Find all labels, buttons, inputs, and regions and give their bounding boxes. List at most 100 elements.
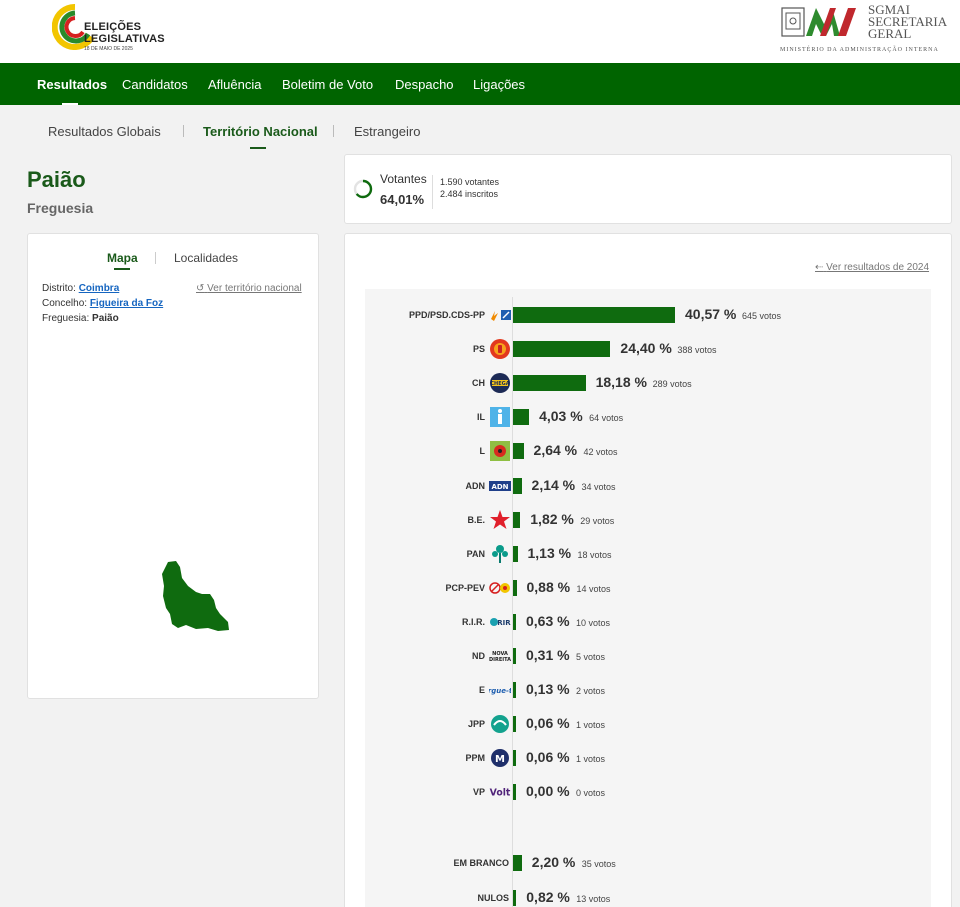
result-row: PS 24,40 % 388 votos	[365, 337, 931, 361]
nav-afluencia[interactable]: Afluência	[208, 77, 261, 92]
turnout-percent: 64,01%	[380, 192, 425, 207]
svg-text:DIREITA: DIREITA	[489, 657, 511, 663]
party-name: PPD/PSD.CDS-PP	[408, 310, 485, 320]
result-row: NULOS 0,82 % 13 votos	[365, 886, 931, 907]
pan-logo	[489, 543, 511, 565]
party-name: PS	[472, 344, 485, 355]
result-percent: 0,06 %	[526, 749, 570, 766]
result-votes: 14 votos	[576, 583, 611, 594]
party-name: L	[479, 446, 486, 457]
tab-mapa[interactable]: Mapa	[107, 251, 138, 265]
result-bar	[513, 855, 522, 871]
freguesia-label: Freguesia:	[42, 313, 90, 324]
distrito-link[interactable]: Coimbra	[79, 283, 120, 294]
main-nav: Resultados Candidatos Afluência Boletim …	[0, 63, 960, 105]
freguesia-line: Freguesia: Paião	[42, 313, 119, 324]
ver-resultados-2024-link[interactable]: ⇠ Ver resultados de 2024	[815, 262, 929, 273]
subnav-divider	[333, 125, 334, 137]
result-bar	[513, 545, 518, 562]
sgmai-logo[interactable]: SGMAI SECRETARIA GERAL MINISTÉRIO DA ADM…	[780, 3, 950, 56]
result-percent: 2,20 %	[531, 854, 576, 870]
nav-boletim-de-voto[interactable]: Boletim de Voto	[282, 77, 373, 92]
results-card: ⇠ Ver resultados de 2024 PPD/PSD.CDS-PP 4…	[344, 233, 952, 907]
result-percent: 0,31 %	[526, 647, 570, 663]
tab-estrangeiro[interactable]: Estrangeiro	[354, 124, 420, 139]
sgmai-emblem-icon	[781, 7, 856, 37]
voters-count: 1.590 votantes	[440, 177, 500, 187]
results-chart: PPD/PSD.CDS-PP 40,57 % 645 votos PS 24,40 % 3…	[365, 289, 931, 907]
result-votes: 34 votos	[581, 481, 616, 492]
result-percent: 0,00 %	[526, 783, 570, 800]
ergue-te-logo: Ergue-te	[489, 679, 511, 701]
party-name: PPM	[465, 753, 485, 764]
result-percent: 0,88 %	[526, 578, 571, 595]
cdu-logo	[489, 577, 511, 599]
freguesia-value: Paião	[92, 313, 119, 324]
result-percent: 40,57 %	[685, 306, 737, 322]
result-votes: 289 votos	[652, 379, 692, 390]
result-bar	[513, 477, 522, 494]
tab-territorio-nacional[interactable]: Território Nacional	[203, 124, 318, 139]
result-percent: 0,13 %	[526, 681, 570, 698]
result-row: R.I.R. RIR 0,63 % 10 votos	[365, 610, 931, 634]
nav-ligacoes[interactable]: Ligações	[473, 77, 525, 92]
result-percent: 1,13 %	[527, 544, 572, 561]
distrito-label: Distrito:	[42, 283, 76, 294]
party-name: ADN	[465, 480, 486, 491]
result-votes: 29 votos	[580, 515, 615, 526]
ps-logo	[489, 338, 511, 360]
ad-logo	[489, 304, 511, 326]
result-percent: 2,14 %	[531, 476, 576, 493]
turnout-divider	[432, 175, 433, 209]
ministry-name: MINISTÉRIO DA ADMINISTRAÇÃO INTERNA	[780, 47, 939, 53]
freguesia-map-shape[interactable]	[160, 558, 230, 633]
result-row: VP Volt 0,00 % 0 votos	[365, 780, 931, 804]
result-row: PPM M 0,06 % 1 votos	[365, 746, 931, 770]
ppm-logo: M	[489, 747, 511, 769]
svg-text:CHEGA: CHEGA	[490, 381, 509, 387]
turnout-label: Votantes	[380, 172, 427, 186]
concelho-line: Concelho: Figueira da Foz	[42, 298, 163, 309]
result-bar	[513, 889, 517, 906]
tab-localidades[interactable]: Localidades	[174, 251, 238, 265]
sgmai-line3: GERAL	[868, 26, 912, 41]
result-votes: 1 votos	[576, 720, 606, 731]
result-percent: 24,40 %	[620, 340, 672, 357]
result-votes: 10 votos	[576, 617, 611, 628]
result-row: PPD/PSD.CDS-PP 40,57 % 645 votos	[365, 303, 931, 327]
party-name: PAN	[466, 548, 485, 559]
result-row: EM BRANCO 2,20 % 35 votos	[365, 851, 931, 875]
map-tab-indicator	[114, 268, 130, 270]
arrow-left-icon: ⇠	[815, 262, 824, 273]
result-votes: 13 votos	[576, 893, 611, 904]
result-bar	[513, 750, 516, 767]
subnav-active-indicator	[250, 147, 266, 149]
result-bar	[513, 409, 530, 426]
result-row: JPP 0,06 % 1 votos	[365, 712, 931, 736]
result-votes: 388 votos	[677, 345, 717, 356]
result-row: ADN ADN 2,14 % 34 votos	[365, 474, 931, 498]
result-votes: 2 votos	[576, 686, 606, 697]
elections-logo[interactable]: ELEIÇÕES LEGISLATIVAS 18 DE MAIO DE 2025	[50, 4, 165, 56]
result-votes: 18 votos	[577, 549, 612, 560]
be-logo	[489, 509, 511, 531]
concelho-label: Concelho:	[42, 298, 88, 309]
nav-despacho[interactable]: Despacho	[395, 77, 454, 92]
tab-resultados-globais[interactable]: Resultados Globais	[48, 124, 161, 139]
nav-resultados[interactable]: Resultados	[37, 77, 107, 92]
ver-territorio-nacional-label: Ver território nacional	[207, 283, 302, 294]
result-row: E Ergue-te 0,13 % 2 votos	[365, 678, 931, 702]
logo-title-line1: ELEIÇÕES	[84, 21, 142, 33]
rir-logo: RIR	[489, 611, 511, 633]
result-votes: 64 votos	[589, 413, 624, 424]
result-percent: 2,64 %	[533, 442, 578, 459]
result-bar	[513, 682, 516, 699]
concelho-link[interactable]: Figueira da Foz	[90, 298, 163, 309]
nav-candidatos[interactable]: Candidatos	[122, 77, 188, 92]
logo-date: 18 DE MAIO DE 2025	[84, 46, 133, 52]
svg-text:Volt: Volt	[490, 788, 511, 799]
result-bar	[513, 648, 516, 664]
ver-territorio-nacional-link[interactable]: ↺ Ver território nacional	[196, 283, 302, 294]
result-percent: 1,82 %	[530, 510, 574, 527]
undo-icon: ↺	[196, 283, 205, 294]
